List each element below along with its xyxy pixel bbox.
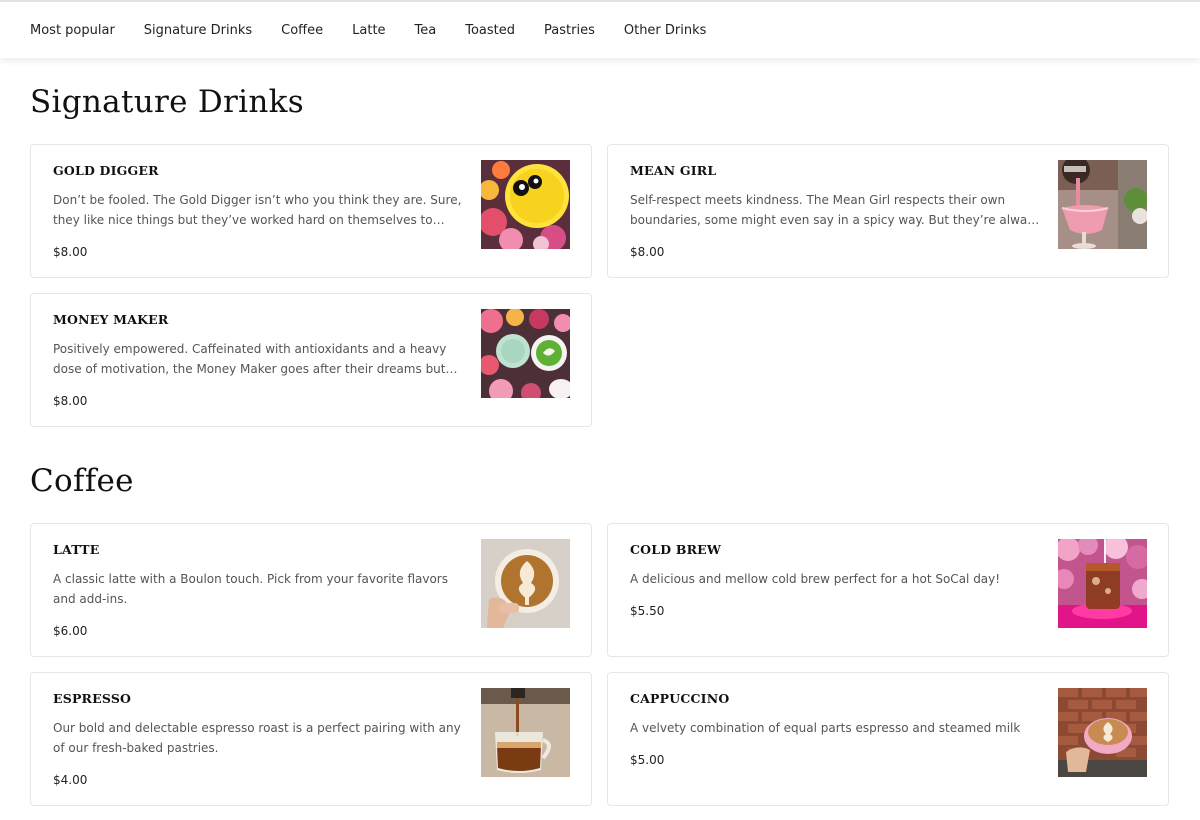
menu-item-description: Our bold and delectable espresso roast i… (53, 721, 461, 755)
cold-brew-photo (1058, 539, 1147, 628)
nav-toasted[interactable]: Toasted (465, 23, 515, 38)
nav-tea[interactable]: Tea (415, 23, 437, 38)
menu-item-price: $6.00 (53, 624, 88, 638)
nav-latte[interactable]: Latte (352, 23, 385, 38)
menu-item-name: COLD BREW (630, 542, 722, 557)
nav-most-popular[interactable]: Most popular (30, 23, 115, 38)
menu-item-card-money-maker[interactable]: MONEY MAKER Positively empowered. Caffei… (30, 293, 592, 427)
nav-coffee[interactable]: Coffee (281, 23, 323, 38)
menu-item-name: MONEY MAKER (53, 312, 169, 327)
category-nav: Most popular Signature Drinks Coffee Lat… (0, 0, 1200, 58)
money-maker-drink-photo (481, 309, 570, 398)
menu-item-price: $5.00 (630, 753, 665, 767)
menu-item-name: CAPPUCCINO (630, 691, 730, 706)
menu-item-description: A delicious and mellow cold brew perfect… (630, 572, 1001, 586)
nav-pastries[interactable]: Pastries (544, 23, 595, 38)
cappuccino-photo (1058, 688, 1147, 777)
menu-item-price: $8.00 (53, 245, 88, 259)
menu-item-description: A classic latte with a Boulon touch. Pic… (53, 572, 448, 606)
latte-photo (481, 539, 570, 628)
section-title-signature-drinks: Signature Drinks (30, 84, 304, 120)
menu-item-price: $5.50 (630, 604, 665, 618)
menu-item-card-latte[interactable]: LATTE A classic latte with a Boulon touc… (30, 523, 592, 657)
menu-item-name: GOLD DIGGER (53, 163, 159, 178)
menu-item-description: Don’t be fooled. The Gold Digger isn’t w… (53, 193, 462, 227)
mean-girl-drink-photo (1058, 160, 1147, 249)
menu-item-name: ESPRESSO (53, 691, 132, 706)
menu-item-card-cappuccino[interactable]: CAPPUCCINO A velvety combination of equa… (607, 672, 1169, 806)
menu-item-price: $8.00 (630, 245, 665, 259)
nav-signature-drinks[interactable]: Signature Drinks (144, 23, 252, 38)
menu-item-name: LATTE (53, 542, 100, 557)
menu-item-price: $4.00 (53, 773, 88, 787)
nav-other-drinks[interactable]: Other Drinks (624, 23, 707, 38)
section-title-coffee: Coffee (30, 463, 134, 499)
menu-item-name: MEAN GIRL (630, 163, 717, 178)
menu-item-card-cold-brew[interactable]: COLD BREW A delicious and mellow cold br… (607, 523, 1169, 657)
menu-item-description: Positively empowered. Caffeinated with a… (53, 342, 447, 376)
menu-item-description: Self-respect meets kindness. The Mean Gi… (630, 193, 1041, 227)
menu-item-card-espresso[interactable]: ESPRESSO Our bold and delectable espress… (30, 672, 592, 806)
menu-item-card-mean-girl[interactable]: MEAN GIRL Self-respect meets kindness. T… (607, 144, 1169, 278)
espresso-photo (481, 688, 570, 777)
menu-item-price: $8.00 (53, 394, 88, 408)
menu-item-card-gold-digger[interactable]: GOLD DIGGER Don’t be fooled. The Gold Di… (30, 144, 592, 278)
menu-item-description: A velvety combination of equal parts esp… (630, 721, 1021, 735)
gold-digger-drink-photo (481, 160, 570, 249)
